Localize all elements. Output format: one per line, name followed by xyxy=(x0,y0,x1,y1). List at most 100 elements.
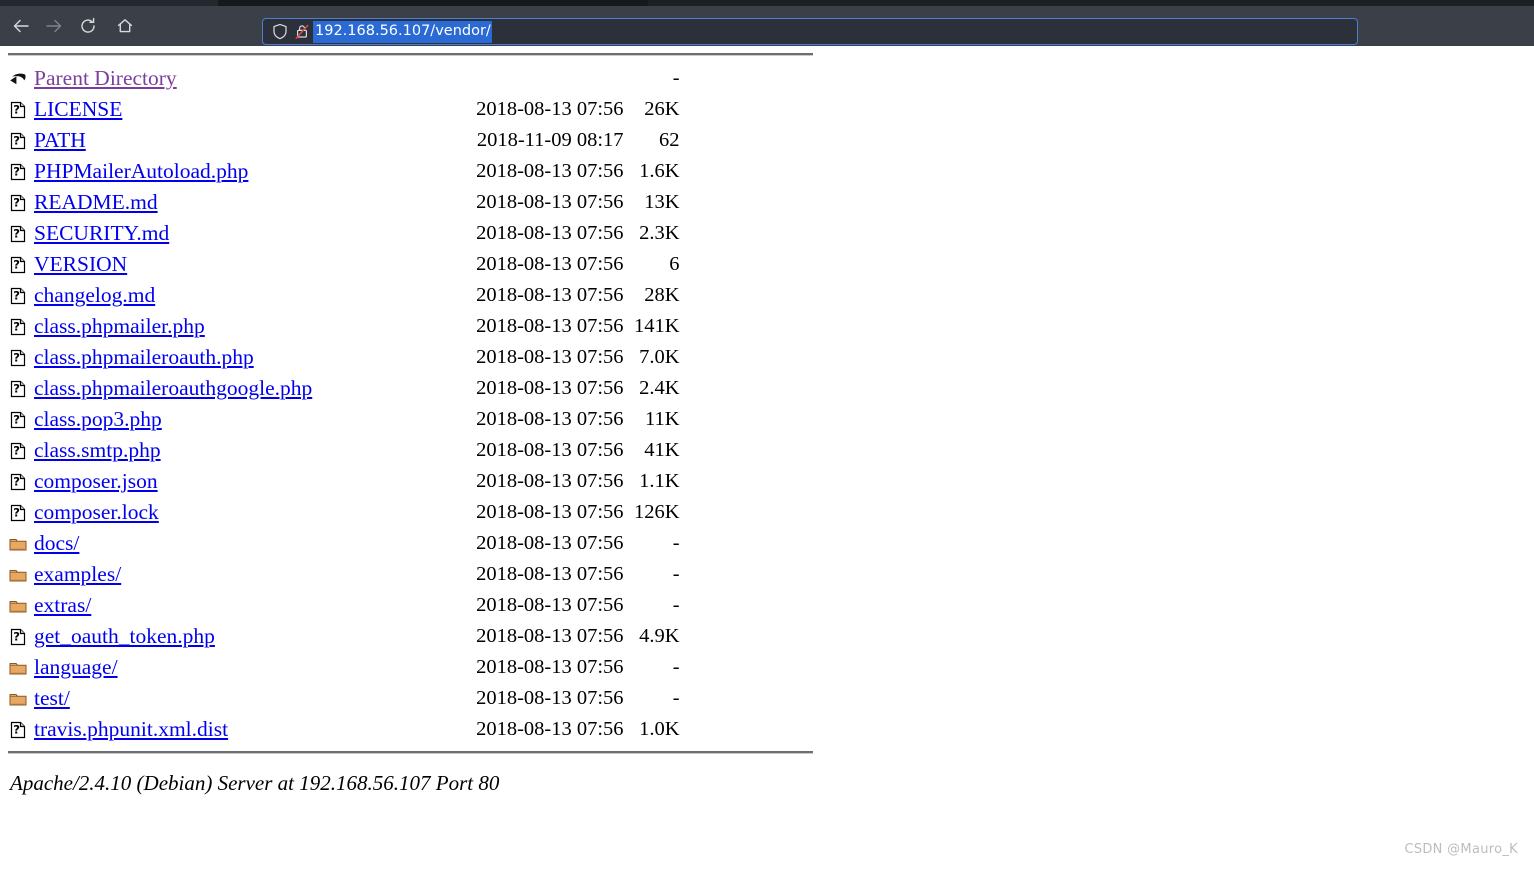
file-link[interactable]: LICENSE xyxy=(34,97,122,121)
file-icon: ? xyxy=(8,255,34,275)
size-value: 62 xyxy=(659,129,680,151)
file-link[interactable]: travis.phpunit.xml.dist xyxy=(34,717,228,741)
row-description-cell xyxy=(680,404,813,435)
row-icon-cell: ? xyxy=(8,435,34,466)
size-value: 2.4K xyxy=(639,377,680,399)
file-link[interactable]: docs/ xyxy=(34,531,79,555)
row-size-cell: 2.4K xyxy=(624,373,680,404)
row-modified-cell: 2018-08-13 07:56 xyxy=(434,435,623,466)
horizontal-rule-top xyxy=(8,53,813,55)
table-row[interactable]: ? composer.json 2018-08-13 07:56 1.1K xyxy=(8,466,813,497)
row-description-cell xyxy=(680,590,813,621)
table-row[interactable]: ? class.phpmaileroauthgoogle.php 2018-08-1… xyxy=(8,373,813,404)
table-row[interactable]: ? PHPMailerAutoload.php 2018-08-13 07:56 1.… xyxy=(8,156,813,187)
last-modified-value: 2018-08-13 07:56 xyxy=(476,470,624,492)
row-name-cell: PATH xyxy=(34,125,434,156)
file-icon: ? xyxy=(8,441,34,461)
file-link[interactable]: class.smtp.php xyxy=(34,438,161,462)
row-description-cell xyxy=(680,683,813,714)
row-name-cell: docs/ xyxy=(34,528,434,559)
last-modified-value: 2018-08-13 07:56 xyxy=(476,253,624,275)
horizontal-rule-bottom xyxy=(8,751,813,753)
table-row[interactable]: Parent Directory - xyxy=(8,63,813,94)
table-row[interactable]: ? README.md 2018-08-13 07:56 13K xyxy=(8,187,813,218)
svg-text:?: ? xyxy=(13,412,20,426)
forward-button[interactable] xyxy=(39,11,69,41)
footer-divider-row xyxy=(8,745,813,761)
file-link[interactable]: class.pop3.php xyxy=(34,407,162,431)
file-link[interactable]: VERSION xyxy=(34,252,127,276)
file-icon: ? xyxy=(8,720,34,740)
table-row[interactable]: ? class.smtp.php 2018-08-13 07:56 41K xyxy=(8,435,813,466)
file-link[interactable]: Parent Directory xyxy=(34,66,177,90)
size-value: 126K xyxy=(633,501,680,523)
svg-text:?: ? xyxy=(13,288,20,302)
url-input[interactable]: 192.168.56.107/vendor/ xyxy=(313,20,492,43)
file-link[interactable]: test/ xyxy=(34,686,70,710)
table-row[interactable]: test/2018-08-13 07:56 - xyxy=(8,683,813,714)
row-modified-cell: 2018-08-13 07:56 xyxy=(434,187,623,218)
row-icon-cell xyxy=(8,528,34,559)
row-modified-cell: 2018-08-13 07:56 xyxy=(434,94,623,125)
url-bar[interactable]: 192.168.56.107/vendor/ xyxy=(262,18,1358,45)
last-modified-value: 2018-08-13 07:56 xyxy=(476,377,624,399)
file-link[interactable]: changelog.md xyxy=(34,283,155,307)
row-size-cell: 1.0K xyxy=(624,714,679,745)
file-link[interactable]: class.phpmailer.php xyxy=(34,314,205,338)
shield-icon[interactable] xyxy=(269,23,291,40)
table-row[interactable]: ? PATH 2018-11-09 08:17 62 xyxy=(8,125,813,156)
row-description-cell xyxy=(680,311,813,342)
lock-crossed-icon[interactable] xyxy=(291,23,313,40)
table-row[interactable]: language/2018-08-13 07:56 - xyxy=(8,652,813,683)
file-icon: ? xyxy=(8,162,34,182)
back-button[interactable] xyxy=(6,11,36,41)
row-icon-cell: ? xyxy=(8,125,34,156)
row-description-cell xyxy=(680,652,813,683)
size-value: - xyxy=(672,656,680,678)
table-row[interactable]: ? VERSION 2018-08-13 07:56 6 xyxy=(8,249,813,280)
last-modified-value: 2018-08-13 07:56 xyxy=(476,687,624,709)
row-icon-cell: ? xyxy=(8,497,34,528)
file-link[interactable]: SECURITY.md xyxy=(34,221,169,245)
size-value: 41K xyxy=(644,439,680,461)
file-link[interactable]: class.phpmaileroauthgoogle.php xyxy=(34,376,312,400)
table-row[interactable]: docs/2018-08-13 07:56 - xyxy=(8,528,813,559)
row-description-cell xyxy=(680,342,813,373)
table-row[interactable]: ? changelog.md 2018-08-13 07:56 28K xyxy=(8,280,813,311)
table-row[interactable]: ? get_oauth_token.php 2018-08-13 07:56 4.9K xyxy=(8,621,813,652)
server-signature: Apache/2.4.10 (Debian) Server at 192.168… xyxy=(10,771,500,795)
table-row[interactable]: ? travis.phpunit.xml.dist 2018-08-13 07:56… xyxy=(8,714,813,745)
file-link[interactable]: PATH xyxy=(34,128,86,152)
row-size-cell: 141K xyxy=(624,311,680,342)
home-button[interactable] xyxy=(110,11,140,41)
row-modified-cell: 2018-08-13 07:56 xyxy=(434,590,623,621)
row-icon-cell: ? xyxy=(8,280,34,311)
folder-icon xyxy=(8,565,34,585)
table-row[interactable]: ? class.phpmailer.php 2018-08-13 07:56 141K xyxy=(8,311,813,342)
file-link[interactable]: composer.lock xyxy=(34,500,159,524)
row-description-cell xyxy=(680,559,813,590)
table-row[interactable]: extras/2018-08-13 07:56 - xyxy=(8,590,813,621)
file-link[interactable]: README.md xyxy=(34,190,158,214)
file-link[interactable]: examples/ xyxy=(34,562,121,586)
table-row[interactable]: ? composer.lock 2018-08-13 07:56 126K xyxy=(8,497,813,528)
file-icon: ? xyxy=(8,348,34,368)
file-icon: ? xyxy=(8,224,34,244)
row-size-cell: 1.1K xyxy=(624,466,679,497)
table-row[interactable]: ? class.phpmaileroauth.php 2018-08-13 07:5… xyxy=(8,342,813,373)
file-link[interactable]: extras/ xyxy=(34,593,91,617)
svg-text:?: ? xyxy=(13,164,20,178)
table-row[interactable]: examples/2018-08-13 07:56 - xyxy=(8,559,813,590)
table-row[interactable]: ? LICENSE 2018-08-13 07:56 26K xyxy=(8,94,813,125)
row-icon-cell: ? xyxy=(8,404,34,435)
file-link[interactable]: PHPMailerAutoload.php xyxy=(34,159,248,183)
svg-text:?: ? xyxy=(13,257,20,271)
reload-button[interactable] xyxy=(73,11,103,41)
file-link[interactable]: get_oauth_token.php xyxy=(34,624,215,648)
table-row[interactable]: ? SECURITY.md 2018-08-13 07:56 2.3K xyxy=(8,218,813,249)
file-link[interactable]: language/ xyxy=(34,655,118,679)
file-link[interactable]: class.phpmaileroauth.php xyxy=(34,345,254,369)
size-value: 141K xyxy=(633,315,680,337)
table-row[interactable]: ? class.pop3.php 2018-08-13 07:56 11K xyxy=(8,404,813,435)
file-link[interactable]: composer.json xyxy=(34,469,158,493)
